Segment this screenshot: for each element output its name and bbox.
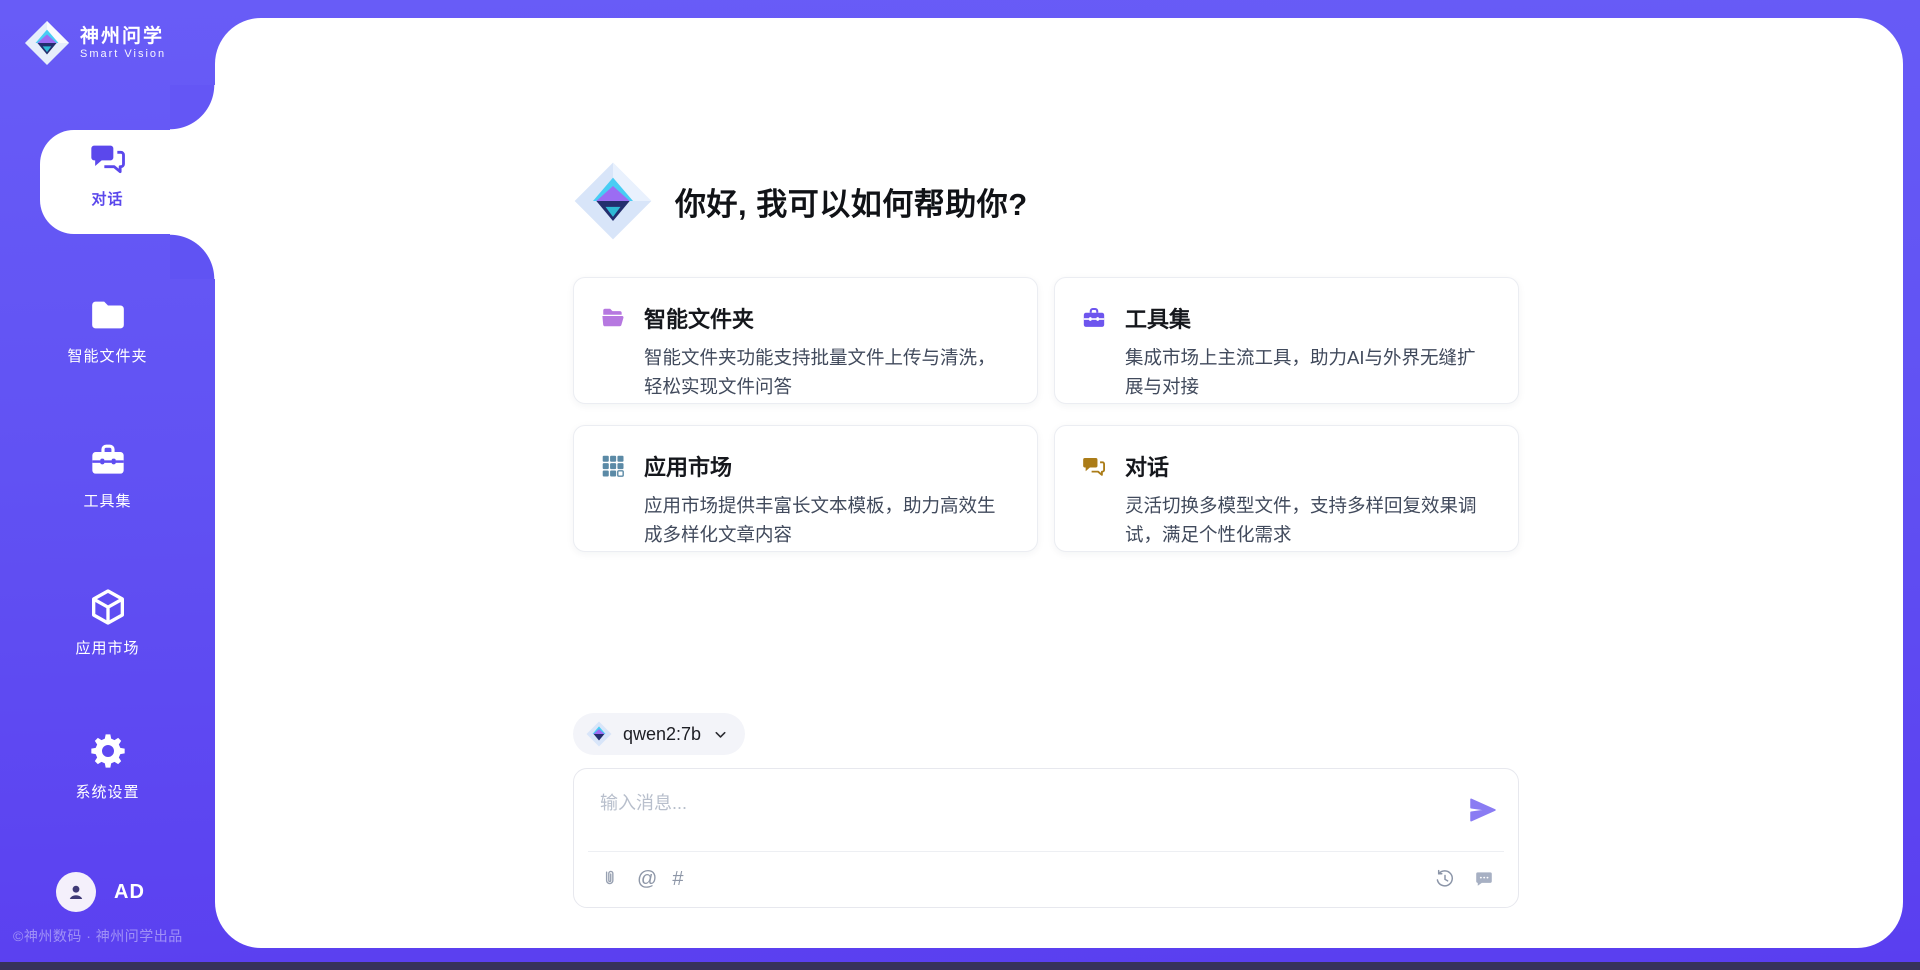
assistant-logo-icon [573,161,653,241]
brand-subtitle: Smart Vision [80,48,166,60]
card-chat[interactable]: 对话 灵活切换多模型文件，支持多样回复效果调试，满足个性化需求 [1054,425,1519,552]
chevron-down-icon [712,726,729,743]
chat-icon [88,138,128,178]
brand: 神州问学 Smart Vision [24,20,166,66]
card-smart-folder[interactable]: 智能文件夹 智能文件夹功能支持批量文件上传与清洗，轻松实现文件问答 [573,277,1038,404]
model-selector[interactable]: qwen2:7b [573,713,745,755]
card-description: 智能文件夹功能支持批量文件上传与清洗，轻松实现文件问答 [644,343,1011,401]
brand-logo-icon [24,20,70,66]
card-title: 应用市场 [644,450,732,482]
chat-icon [1081,453,1107,479]
card-description: 集成市场上主流工具，助力AI与外界无缝扩展与对接 [1125,343,1492,401]
toolbox-icon [88,440,128,480]
composer: @ # [573,768,1519,908]
sidebar-item-label: 工具集 [83,490,131,511]
greeting: 你好, 我可以如何帮助你? [573,161,1028,241]
folder-open-icon [600,305,626,331]
sidebar-item-label: 智能文件夹 [67,345,147,366]
composer-toolbar-right [1433,867,1496,891]
avatar [56,872,96,912]
folder-icon [88,295,128,335]
card-title: 工具集 [1125,302,1191,334]
hashtag-icon[interactable]: # [672,867,683,891]
sidebar-item-chat[interactable]: 对话 [0,138,215,209]
brand-text: 神州问学 Smart Vision [80,26,166,60]
message-input[interactable] [598,783,1432,823]
sidebar-item-settings[interactable]: 系统设置 [0,731,215,802]
cube-icon [88,587,128,627]
attachment-icon[interactable] [598,867,622,891]
active-tab-curve-top [170,85,215,130]
app-window: 神州问学 Smart Vision 对话 智能文件夹 [0,0,1920,970]
gear-icon [88,731,128,771]
sidebar-item-smart-folder[interactable]: 智能文件夹 [0,295,215,366]
card-title: 对话 [1125,450,1169,482]
sidebar-item-toolset[interactable]: 工具集 [0,440,215,511]
card-description: 应用市场提供丰富长文本模板，助力高效生成多样化文章内容 [644,491,1011,549]
toolbox-icon [1081,305,1107,331]
active-tab-curve-bottom [170,234,215,279]
bottom-strip [0,962,1920,970]
feature-cards: 智能文件夹 智能文件夹功能支持批量文件上传与清洗，轻松实现文件问答 [573,277,1519,552]
user-icon [64,880,88,904]
sidebar-item-label: 系统设置 [75,781,139,802]
brand-name: 神州问学 [80,26,166,48]
greeting-text: 你好, 我可以如何帮助你? [675,179,1028,224]
card-title: 智能文件夹 [644,302,754,334]
main-panel: 你好, 我可以如何帮助你? 智能文件夹 智能文件夹功能支持批量文件上传与清洗，轻… [215,18,1903,948]
sidebar-footer: ©神州数码 · 神州问学出品 [13,926,183,946]
card-head: 对话 [1081,450,1492,482]
mention-icon[interactable]: @ [637,867,657,891]
sidebar-item-label: 对话 [91,188,123,209]
model-logo-icon [586,721,612,747]
feedback-icon[interactable] [1472,867,1496,891]
composer-toolbar: @ # [598,864,1496,894]
sidebar-item-app-market[interactable]: 应用市场 [0,587,215,658]
user-name: AD [114,881,145,904]
sidebar: 神州问学 Smart Vision 对话 智能文件夹 [0,0,215,970]
composer-divider [588,851,1504,852]
card-toolset[interactable]: 工具集 集成市场上主流工具，助力AI与外界无缝扩展与对接 [1054,277,1519,404]
sidebar-item-label: 应用市场 [75,637,139,658]
history-icon[interactable] [1433,867,1457,891]
send-button[interactable] [1466,794,1500,828]
send-icon [1468,795,1498,825]
grid-icon [600,453,626,479]
model-name: qwen2:7b [623,724,701,745]
user-row[interactable]: AD [56,872,145,912]
card-description: 灵活切换多模型文件，支持多样回复效果调试，满足个性化需求 [1125,491,1492,549]
card-head: 工具集 [1081,302,1492,334]
card-app-market[interactable]: 应用市场 应用市场提供丰富长文本模板，助力高效生成多样化文章内容 [573,425,1038,552]
card-head: 智能文件夹 [600,302,1011,334]
card-head: 应用市场 [600,450,1011,482]
